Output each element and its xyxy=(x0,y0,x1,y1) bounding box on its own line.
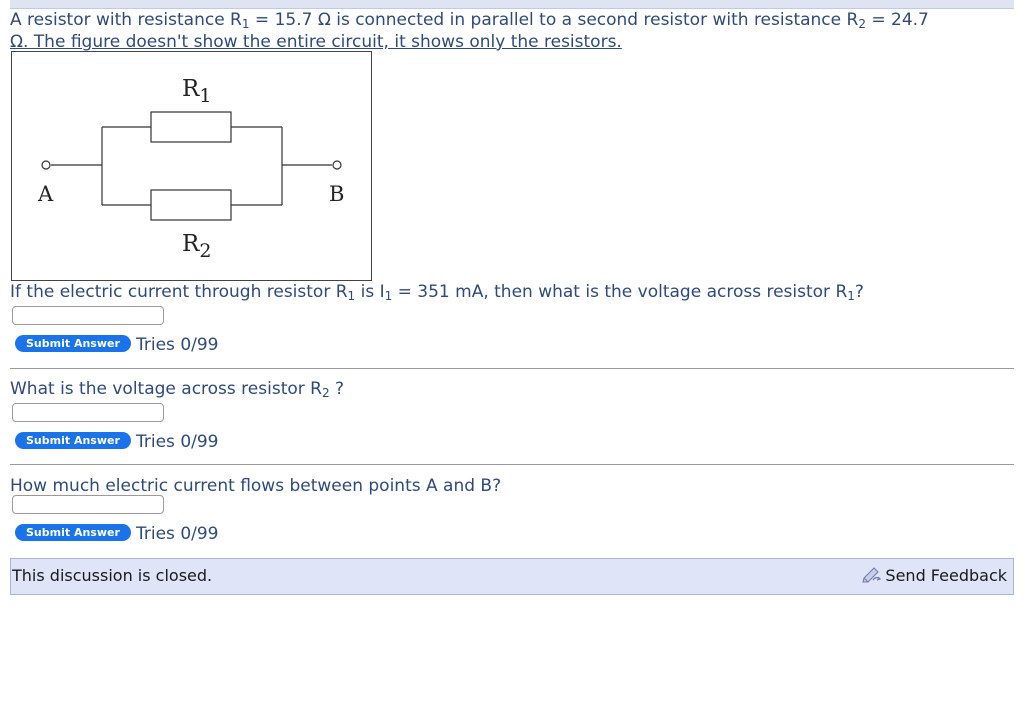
problem-statement: A resistor with resistance R1 = 15.7 Ω i… xyxy=(10,9,1014,53)
tries-counter-3: Tries 0/99 xyxy=(136,524,219,544)
label-b: B xyxy=(329,182,344,206)
intro-text-2: = 15.7 Ω is connected in parallel to a s… xyxy=(249,10,859,30)
circuit-figure: R1 R2 A B xyxy=(11,51,372,281)
tries-counter-1: Tries 0/99 xyxy=(136,335,219,355)
resistor-r2 xyxy=(150,189,232,221)
send-feedback-label: Send Feedback xyxy=(885,566,1007,585)
terminal-b xyxy=(332,160,342,170)
intro-sub-1: 1 xyxy=(241,17,250,31)
answer-input-3[interactable] xyxy=(12,495,164,514)
intro-text-4: Ω. The figure doesn't show the entire ci… xyxy=(10,32,622,52)
terminal-a xyxy=(41,160,51,170)
circuit-diagram: R1 R2 A B xyxy=(37,76,344,262)
question-1-text: If the electric current through resistor… xyxy=(10,282,864,303)
resistor-r1 xyxy=(150,111,232,143)
label-r1: R1 xyxy=(182,76,211,107)
label-r2: R2 xyxy=(182,231,211,262)
intro-sub-2: 2 xyxy=(858,17,866,31)
intro-text-1: A resistor with resistance R xyxy=(10,10,242,30)
answer-input-1[interactable] xyxy=(12,306,164,325)
submit-answer-button-2[interactable]: Submit Answer xyxy=(15,432,131,449)
answer-input-2[interactable] xyxy=(12,403,164,422)
discussion-closed-text: This discussion is closed. xyxy=(12,566,213,585)
question-2-text: What is the voltage across resistor R2 ? xyxy=(10,379,345,400)
send-feedback-link[interactable]: Send Feedback xyxy=(861,566,1007,586)
section-divider-2 xyxy=(10,464,1014,465)
discussion-closed-bar: This discussion is closed. Send Feedback xyxy=(10,558,1014,595)
section-divider-1 xyxy=(10,368,1014,369)
label-a: A xyxy=(37,182,54,206)
question-3-text: How much electric current flows between … xyxy=(10,476,502,496)
submit-answer-button-3[interactable]: Submit Answer xyxy=(15,524,131,541)
tries-counter-2: Tries 0/99 xyxy=(136,432,219,452)
submit-answer-button-1[interactable]: Submit Answer xyxy=(15,335,131,352)
intro-text-3: = 24.7 xyxy=(865,10,929,30)
feedback-pencil-icon xyxy=(862,567,882,583)
top-toolbar-strip xyxy=(10,0,1014,9)
